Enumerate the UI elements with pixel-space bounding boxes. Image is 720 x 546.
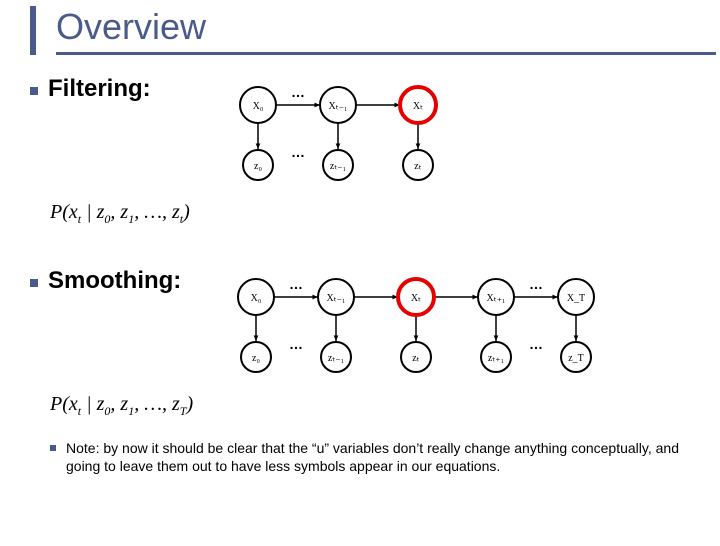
bullet-icon (50, 445, 56, 451)
title-block: Overview (30, 6, 720, 55)
svg-text:z₀: z₀ (254, 161, 262, 172)
svg-text:X₀: X₀ (253, 101, 264, 112)
svg-text:Xₜ: Xₜ (413, 101, 423, 112)
svg-text:X₀: X₀ (251, 293, 262, 304)
filtering-diagram: … … X₀ z₀ Xₜ₋₁ zₜ₋₁ Xₜ zₜ (228, 75, 608, 195)
bullet-icon (30, 279, 38, 287)
svg-text:Xₜ₋₁: Xₜ₋₁ (329, 101, 348, 112)
svg-text:Xₜ₋₁: Xₜ₋₁ (326, 293, 345, 304)
slide-title: Overview (56, 6, 716, 55)
note-text: Note: by now it should be clear that the… (66, 439, 680, 475)
note-block: Note: by now it should be clear that the… (50, 439, 680, 475)
svg-text:X_T: X_T (567, 293, 585, 304)
svg-text:zₜ₋₁: zₜ₋₁ (328, 353, 344, 364)
svg-text:…: … (291, 144, 305, 160)
svg-text:…: … (289, 276, 303, 292)
svg-text:zₜ₊₁: zₜ₊₁ (488, 353, 504, 364)
svg-text:z₀: z₀ (252, 353, 260, 364)
svg-text:…: … (289, 336, 303, 352)
filtering-formula: P(xt | z0, z1, …, zt) (50, 201, 190, 223)
svg-text:zₜ₋₁: zₜ₋₁ (330, 161, 346, 172)
svg-text:…: … (529, 336, 543, 352)
svg-text:z_T: z_T (568, 353, 584, 364)
smoothing-formula: P(xt | z0, z1, …, zT) (50, 393, 193, 415)
smoothing-diagram: … … … … X₀ z₀ Xₜ₋₁ zₜ₋₁ Xₜ zₜ Xₜ₊₁ zₜ₊₁ X_T z_T (226, 267, 720, 387)
svg-text:…: … (529, 276, 543, 292)
smoothing-label: Smoothing: (48, 267, 226, 295)
svg-text:zₜ: zₜ (412, 353, 419, 364)
svg-text:…: … (291, 84, 305, 100)
svg-text:Xₜ: Xₜ (411, 293, 421, 304)
svg-text:Xₜ₊₁: Xₜ₊₁ (486, 293, 505, 304)
bullet-icon (30, 87, 38, 95)
filtering-label: Filtering: (48, 75, 228, 103)
svg-text:zₜ: zₜ (414, 161, 421, 172)
